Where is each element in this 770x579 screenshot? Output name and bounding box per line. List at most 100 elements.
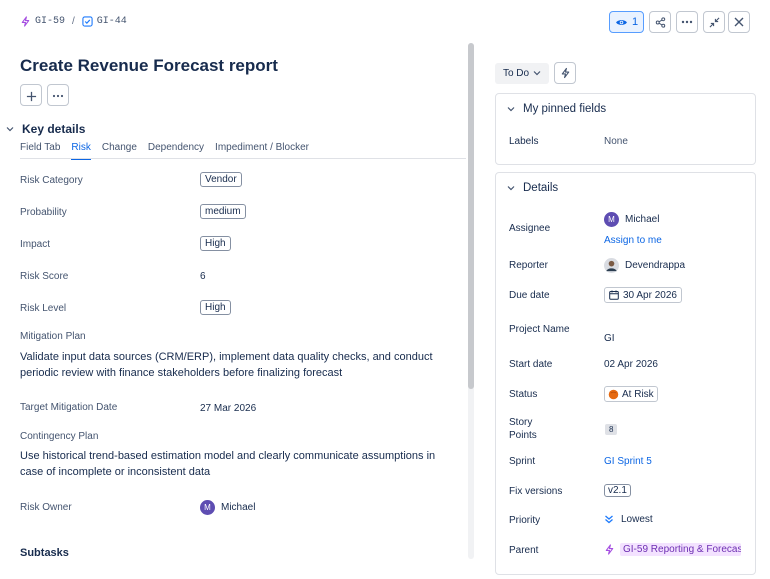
status-label: To Do (502, 68, 530, 79)
mitigation-plan-line-2: periodic review with finance stakeholder… (20, 367, 343, 379)
risk-owner-name: Michael (221, 502, 256, 513)
eye-icon (615, 16, 628, 28)
risk-category-label: Risk Category (20, 175, 83, 186)
risk-category-value[interactable]: Vendor (200, 172, 242, 187)
mitigation-plan-line-1: Validate input data sources (CRM/ERP), i… (20, 351, 433, 363)
reporter-avatar (604, 258, 619, 273)
fix-versions-value[interactable]: v2.1 (604, 484, 631, 497)
status-field-value[interactable]: At Risk (604, 386, 658, 402)
breadcrumb-separator: / (72, 16, 75, 28)
assign-to-me-link[interactable]: Assign to me (604, 235, 662, 246)
issue-more-button[interactable] (47, 84, 69, 106)
parent-link[interactable]: GI-59 Reporting & Forecas (620, 543, 741, 556)
pinned-fields-toggle[interactable]: My pinned fields (507, 103, 606, 115)
story-points-value[interactable]: 8 (605, 424, 618, 435)
mitigation-plan-value[interactable]: Validate input data sources (CRM/ERP), i… (20, 349, 465, 381)
sprint-label: Sprint (509, 456, 536, 467)
task-checkbox-icon (82, 16, 93, 27)
labels-value[interactable]: None (604, 136, 628, 147)
key-details-heading: Key details (22, 122, 86, 136)
project-name-value[interactable]: GI (604, 333, 615, 344)
target-mitigation-date-value[interactable]: 27 Mar 2026 (200, 403, 256, 414)
minimize-button[interactable] (703, 11, 725, 33)
probability-value[interactable]: medium (200, 204, 246, 219)
scrollbar-thumb[interactable] (468, 43, 474, 389)
priority-text: Lowest (621, 514, 653, 525)
chevron-down-icon (507, 182, 515, 194)
reporter-label: Reporter (509, 260, 548, 271)
impact-value[interactable]: High (200, 236, 231, 251)
close-button[interactable] (728, 11, 750, 33)
watch-count: 1 (631, 16, 639, 28)
share-icon (655, 16, 666, 28)
ellipsis-icon (681, 16, 693, 28)
story-points-label-line-1: Story (509, 417, 533, 428)
contingency-plan-line-2: case of incomplete or inconsistent data (20, 466, 211, 478)
orange-circle-icon (608, 388, 619, 400)
risk-level-value[interactable]: High (200, 300, 231, 315)
avatar: M (604, 212, 619, 227)
risk-score-value[interactable]: 6 (200, 271, 206, 282)
automation-button[interactable] (554, 62, 576, 84)
add-button[interactable] (20, 84, 42, 106)
epic-lightning-icon (20, 16, 31, 27)
probability-label: Probability (20, 207, 67, 218)
project-name-label: Project Name (509, 324, 570, 335)
target-mitigation-date-label: Target Mitigation Date (20, 402, 118, 413)
risk-owner-value[interactable]: M Michael (200, 500, 255, 515)
subtasks-heading: Subtasks (20, 547, 69, 559)
due-date-value[interactable]: 30 Apr 2026 (604, 287, 682, 303)
breadcrumb-issue-link[interactable]: GI-44 (97, 16, 127, 27)
breadcrumb-parent-link[interactable]: GI-59 (35, 16, 65, 27)
parent-value[interactable]: GI-59 Reporting & Forecas (604, 543, 741, 556)
close-icon (734, 16, 744, 28)
more-actions-button[interactable] (676, 11, 698, 33)
status-dropdown[interactable]: To Do (495, 63, 549, 84)
status-field-label: Status (509, 389, 538, 400)
avatar: M (200, 500, 215, 515)
details-toggle[interactable]: Details (507, 182, 558, 194)
pinned-fields-heading: My pinned fields (523, 103, 607, 115)
tab-divider (20, 158, 466, 159)
plus-icon (26, 87, 37, 103)
calendar-icon (609, 289, 619, 301)
share-button[interactable] (649, 11, 671, 33)
risk-level-label: Risk Level (20, 303, 67, 314)
chevron-down-icon (6, 123, 14, 135)
due-date-label: Due date (509, 290, 550, 301)
issue-title[interactable]: Create Revenue Forecast report (20, 56, 278, 76)
epic-lightning-icon (604, 544, 615, 556)
risk-owner-label: Risk Owner (20, 502, 72, 513)
reporter-value[interactable]: Devendrappa (604, 258, 685, 273)
contingency-plan-value[interactable]: Use historical trend-based estimation mo… (20, 448, 465, 480)
priority-lowest-icon (604, 514, 614, 525)
labels-label: Labels (509, 136, 539, 147)
mitigation-plan-label: Mitigation Plan (20, 331, 86, 342)
assignee-value[interactable]: M Michael (604, 212, 659, 227)
impact-label: Impact (20, 239, 51, 250)
ellipsis-icon (52, 87, 64, 103)
chevron-down-icon (533, 68, 541, 79)
start-date-value[interactable]: 02 Apr 2026 (604, 359, 658, 370)
story-points-label-line-2: Points (509, 430, 537, 441)
assignee-label: Assignee (509, 223, 551, 234)
details-heading: Details (523, 182, 559, 194)
risk-score-label: Risk Score (20, 271, 69, 282)
contingency-plan-label: Contingency Plan (20, 431, 99, 442)
status-field-text: At Risk (622, 388, 654, 400)
key-details-toggle[interactable]: Key details (6, 122, 85, 136)
breadcrumb: GI-59 / GI-44 (20, 16, 127, 27)
chevron-down-icon (507, 103, 515, 115)
reporter-name: Devendrappa (625, 260, 686, 271)
story-points-label: Story Points (509, 416, 537, 442)
contingency-plan-line-1: Use historical trend-based estimation mo… (20, 450, 436, 462)
assignee-name: Michael (625, 214, 660, 225)
priority-value[interactable]: Lowest (604, 514, 653, 525)
parent-label: Parent (509, 545, 539, 556)
start-date-label: Start date (509, 359, 553, 370)
priority-label: Priority (509, 515, 541, 526)
watch-button[interactable]: 1 (609, 11, 644, 33)
sprint-value[interactable]: GI Sprint 5 (604, 456, 652, 467)
minimize-icon (709, 16, 720, 28)
due-date-text: 30 Apr 2026 (623, 289, 677, 301)
